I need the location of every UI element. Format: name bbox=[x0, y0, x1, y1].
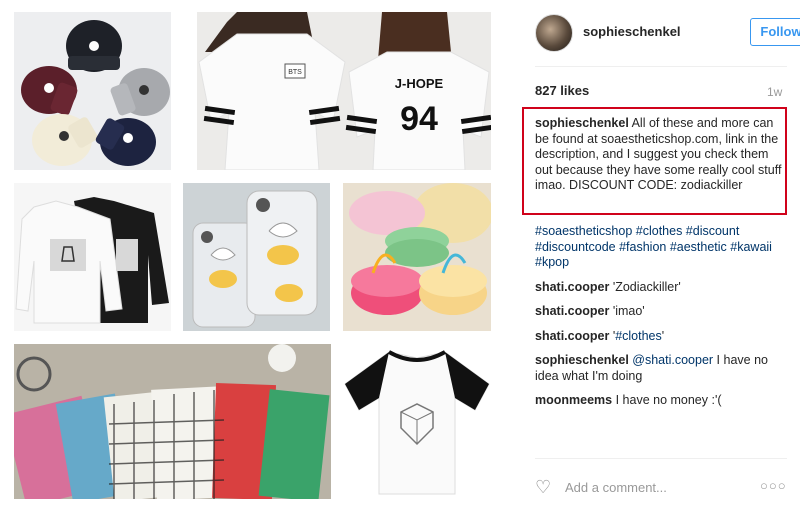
divider bbox=[535, 458, 787, 459]
comment-username[interactable]: moonmeems bbox=[535, 393, 612, 407]
add-comment-bar: ♡ Add a comment... ○○○ bbox=[535, 478, 787, 498]
comment-mention[interactable]: @shati.cooper bbox=[632, 353, 713, 367]
socks-photo[interactable] bbox=[14, 344, 331, 499]
post-username[interactable]: sophieschenkel bbox=[583, 24, 681, 39]
comment-item: sophieschenkel @shati.cooper I have no i… bbox=[535, 353, 785, 384]
comment-text: 'imao' bbox=[612, 304, 645, 318]
comment-username[interactable]: shati.cooper bbox=[535, 280, 609, 294]
beanie-black bbox=[66, 20, 122, 72]
comment-text: 'Zodiackiller' bbox=[612, 279, 681, 294]
beanies-photo[interactable] bbox=[14, 12, 171, 170]
raglan-tee-photo[interactable] bbox=[343, 344, 491, 499]
macaron-earphones-photo[interactable] bbox=[343, 183, 491, 331]
comment-hashtag[interactable]: #clothes bbox=[615, 329, 662, 343]
bts-logo-text: BTS bbox=[288, 69, 302, 76]
photo-collage: BTS J-HOPE 94 bbox=[0, 0, 505, 512]
caption-username[interactable]: sophieschenkel bbox=[535, 116, 629, 130]
comment-username[interactable]: shati.cooper bbox=[535, 329, 609, 343]
hashtag-links[interactable]: #soaestheticshop #clothes #discount #dis… bbox=[535, 224, 772, 269]
comments-list: #soaestheticshop #clothes #discount #dis… bbox=[535, 224, 785, 418]
sweatshirts-photo[interactable] bbox=[14, 183, 171, 331]
comment-username[interactable]: shati.cooper bbox=[535, 304, 609, 318]
post-header: sophieschenkel Follow bbox=[535, 14, 800, 54]
comment-item: shati.cooper 'Zodiackiller' bbox=[535, 280, 785, 296]
comment-text: I have no money :'( bbox=[615, 393, 722, 407]
divider bbox=[535, 66, 787, 67]
post-caption: sophieschenkel All of these and more can… bbox=[535, 116, 785, 194]
likes-count[interactable]: 827 likes bbox=[535, 83, 589, 98]
shirt-number-text: 94 bbox=[400, 100, 438, 138]
shirt-name-text: J-HOPE bbox=[395, 76, 444, 91]
post-details-panel: sophieschenkel Follow 827 likes 1w sophi… bbox=[505, 0, 800, 512]
comment-username[interactable]: sophieschenkel bbox=[535, 353, 629, 367]
comment-item: moonmeems I have no money :'( bbox=[535, 393, 785, 409]
heart-icon[interactable]: ♡ bbox=[535, 478, 551, 496]
avatar[interactable] bbox=[535, 14, 573, 52]
phone-cases-photo[interactable] bbox=[183, 183, 330, 331]
comment-input[interactable]: Add a comment... bbox=[565, 480, 667, 495]
jhope-dress-photo[interactable]: BTS J-HOPE 94 bbox=[197, 12, 491, 170]
post-timestamp[interactable]: 1w bbox=[767, 85, 782, 99]
more-options-icon[interactable]: ○○○ bbox=[760, 478, 787, 493]
hashtags: #soaestheticshop #clothes #discount #dis… bbox=[535, 224, 785, 271]
comment-item: shati.cooper '#clothes' bbox=[535, 329, 785, 345]
comment-text-post: ' bbox=[661, 328, 665, 343]
follow-button[interactable]: Follow bbox=[750, 18, 800, 46]
comment-item: shati.cooper 'imao' bbox=[535, 304, 785, 320]
